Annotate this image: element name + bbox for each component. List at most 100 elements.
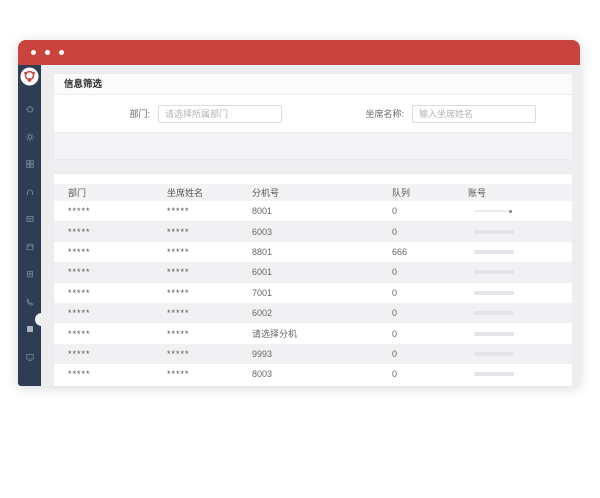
table-row: **********80010 bbox=[54, 201, 572, 221]
department-cell: ***** bbox=[54, 329, 167, 339]
redacted-account-bar bbox=[474, 332, 514, 336]
redacted-account-bar bbox=[474, 270, 514, 274]
extension-cell: 8801 bbox=[252, 247, 392, 257]
department-cell: ***** bbox=[54, 227, 167, 237]
account-cell bbox=[468, 230, 572, 234]
agent-name-cell: ***** bbox=[167, 329, 252, 339]
account-cell bbox=[468, 210, 572, 213]
queue-cell: 0 bbox=[392, 227, 468, 237]
table-row: **********60030 bbox=[54, 221, 572, 241]
column-header: 账号 bbox=[468, 186, 572, 199]
table-row: **********8801666 bbox=[54, 242, 572, 262]
table-row: **********99930 bbox=[54, 344, 572, 364]
redacted-account-bar bbox=[474, 210, 508, 212]
table-body: **********80010**********60030**********… bbox=[54, 201, 572, 385]
extension-cell: 6002 bbox=[252, 308, 392, 318]
queue-cell: 0 bbox=[392, 329, 468, 339]
department-cell: ***** bbox=[54, 288, 167, 298]
table-row: **********请选择分机0 bbox=[54, 323, 572, 343]
extension-cell: 6001 bbox=[252, 267, 392, 277]
redacted-account-bar bbox=[474, 352, 514, 356]
redacted-account-bar bbox=[474, 311, 514, 315]
table-header-row: 部门坐席姓名分机号队列账号 bbox=[54, 184, 572, 201]
sidebar-item-gear-icon[interactable] bbox=[25, 132, 35, 142]
sidebar-item-clipboard-icon[interactable] bbox=[25, 269, 35, 279]
redacted-account-bar bbox=[474, 291, 514, 295]
agent-name-cell: ***** bbox=[167, 206, 252, 216]
table-row: **********60010 bbox=[54, 262, 572, 282]
extension-cell: 8001 bbox=[252, 206, 392, 216]
queue-cell: 0 bbox=[392, 206, 468, 216]
department-cell: ***** bbox=[54, 206, 167, 216]
department-cell: ***** bbox=[54, 308, 167, 318]
brand-logo-icon bbox=[20, 67, 39, 86]
filter-row: 部门: 坐席名称: bbox=[54, 95, 572, 132]
column-header: 坐席姓名 bbox=[167, 186, 252, 199]
agent-name-cell: ***** bbox=[167, 308, 252, 318]
queue-cell: 0 bbox=[392, 267, 468, 277]
column-header: 分机号 bbox=[252, 186, 392, 199]
table-row: **********70010 bbox=[54, 283, 572, 303]
main-content: 信息筛选 部门: 坐席名称: 部门坐席姓名分机号队列账号 **********8… bbox=[42, 65, 580, 386]
queue-cell: 0 bbox=[392, 288, 468, 298]
agent-name-cell: ***** bbox=[167, 288, 252, 298]
app-window: 信息筛选 部门: 坐席名称: 部门坐席姓名分机号队列账号 **********8… bbox=[18, 40, 580, 386]
extension-cell: 请选择分机 bbox=[252, 327, 392, 340]
column-header: 部门 bbox=[54, 186, 167, 199]
page: 信息筛选 部门: 坐席名称: 部门坐席姓名分机号队列账号 **********8… bbox=[0, 0, 600, 498]
filter-panel-title: 信息筛选 bbox=[54, 74, 572, 95]
redacted-account-bar bbox=[474, 250, 514, 254]
agent-name-cell: ***** bbox=[167, 227, 252, 237]
sidebar-item-archive-icon[interactable] bbox=[25, 214, 35, 224]
agent-name-cell: ***** bbox=[167, 247, 252, 257]
sidebar-item-headset-icon[interactable] bbox=[25, 187, 35, 197]
queue-cell: 0 bbox=[392, 369, 468, 379]
agent-name-input[interactable] bbox=[412, 105, 536, 123]
extension-cell: 7001 bbox=[252, 288, 392, 298]
sidebar-item-square-active-icon[interactable] bbox=[25, 324, 35, 334]
account-cell bbox=[468, 332, 572, 336]
sidebar-item-grid-icon[interactable] bbox=[25, 159, 35, 169]
extension-cell: 8003 bbox=[252, 369, 392, 379]
account-cell bbox=[468, 291, 572, 295]
account-cell bbox=[468, 352, 572, 356]
caret-down-icon bbox=[509, 210, 512, 213]
sidebar-item-monitor-icon[interactable] bbox=[25, 352, 35, 362]
sidebar bbox=[18, 65, 42, 386]
agent-name-label: 坐席名称: bbox=[332, 107, 404, 120]
redacted-account-bar bbox=[474, 230, 514, 234]
agent-table-panel: 部门坐席姓名分机号队列账号 **********80010**********6… bbox=[54, 174, 572, 386]
column-header: 队列 bbox=[392, 186, 468, 199]
window-body: 信息筛选 部门: 坐席名称: 部门坐席姓名分机号队列账号 **********8… bbox=[18, 65, 580, 386]
agent-name-cell: ***** bbox=[167, 267, 252, 277]
sidebar-item-layers-icon[interactable] bbox=[25, 242, 35, 252]
queue-cell: 0 bbox=[392, 349, 468, 359]
window-control-dot[interactable] bbox=[31, 50, 36, 55]
department-label: 部门: bbox=[54, 107, 150, 120]
queue-cell: 666 bbox=[392, 247, 468, 257]
agent-name-cell: ***** bbox=[167, 349, 252, 359]
account-cell bbox=[468, 270, 572, 274]
department-cell: ***** bbox=[54, 369, 167, 379]
filter-panel: 信息筛选 部门: 坐席名称: bbox=[54, 74, 572, 159]
filter-panel-footer bbox=[54, 132, 572, 159]
department-cell: ***** bbox=[54, 247, 167, 257]
department-cell: ***** bbox=[54, 349, 167, 359]
queue-cell: 0 bbox=[392, 308, 468, 318]
window-control-dot[interactable] bbox=[59, 50, 64, 55]
account-cell bbox=[468, 311, 572, 315]
redacted-account-dropdown[interactable] bbox=[474, 210, 572, 213]
sidebar-nav bbox=[25, 104, 35, 362]
sidebar-item-home-icon[interactable] bbox=[25, 104, 35, 114]
department-select[interactable] bbox=[158, 105, 282, 123]
table-row: **********80030 bbox=[54, 364, 572, 384]
extension-cell: 9993 bbox=[252, 349, 392, 359]
department-cell: ***** bbox=[54, 267, 167, 277]
agent-name-cell: ***** bbox=[167, 369, 252, 379]
extension-cell: 6003 bbox=[252, 227, 392, 237]
sidebar-item-phone-icon[interactable] bbox=[25, 297, 35, 307]
window-control-dot[interactable] bbox=[45, 50, 50, 55]
redacted-account-bar bbox=[474, 372, 514, 376]
window-titlebar bbox=[18, 40, 580, 65]
table-row: **********60020 bbox=[54, 303, 572, 323]
